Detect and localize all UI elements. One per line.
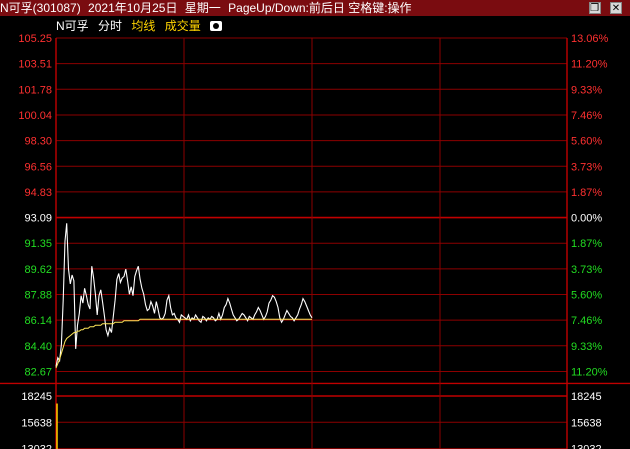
volume-tick-label: 15638 (571, 417, 602, 429)
percent-tick-label: 7.46% (571, 110, 602, 122)
volume-tick-label: 13032 (571, 444, 602, 449)
chart-toolbar: N可孚 分时 均线 成交量 (56, 18, 228, 34)
tab-volume[interactable]: 成交量 (165, 19, 201, 33)
percent-tick-label: 5.60% (571, 290, 602, 302)
percent-tick-label: 13.06% (571, 33, 609, 45)
percent-tick-label: 5.60% (571, 136, 602, 148)
price-tick-label: 86.14 (24, 315, 52, 327)
price-tick-label: 84.40 (24, 341, 52, 353)
percent-tick-label: 11.20% (571, 366, 608, 378)
percent-tick-label: 9.33% (571, 84, 602, 96)
percent-tick-label: 1.87% (571, 187, 602, 199)
price-tick-label: 87.88 (24, 290, 52, 302)
percent-tick-label: 0.00% (571, 213, 602, 225)
symbol-label: N可孚 (56, 19, 89, 33)
percent-tick-label: 9.33% (571, 341, 602, 353)
price-tick-label: 93.09 (24, 213, 52, 225)
intraday-chart[interactable]: 105.25 13.06% 103.51 11.20% 101.78 9.33% 100.0… (0, 0, 630, 449)
tab-junxian[interactable]: 均线 (131, 19, 155, 33)
price-tick-label: 103.51 (18, 59, 52, 71)
price-tick-label: 100.04 (18, 110, 52, 122)
camera-icon[interactable] (210, 21, 223, 31)
price-tick-label: 89.62 (24, 264, 52, 276)
price-tick-label: 105.25 (18, 33, 52, 45)
tab-fenshi[interactable]: 分时 (98, 19, 122, 33)
percent-tick-label: 3.73% (571, 161, 602, 173)
volume-tick-label: 15638 (21, 417, 52, 429)
percent-tick-label: 7.46% (571, 315, 602, 327)
price-tick-label: 94.83 (24, 187, 52, 199)
volume-tick-label: 18245 (571, 391, 602, 403)
price-tick-label: 82.67 (24, 366, 52, 378)
price-tick-label: 101.78 (18, 84, 52, 96)
percent-tick-label: 1.87% (571, 238, 602, 250)
volume-tick-label: 18245 (21, 391, 52, 403)
percent-tick-label: 3.73% (571, 264, 602, 276)
volume-tick-label: 13032 (21, 444, 52, 449)
price-tick-label: 96.56 (24, 161, 52, 173)
price-tick-label: 98.30 (24, 136, 52, 148)
price-tick-label: 91.35 (24, 238, 52, 250)
percent-tick-label: 11.20% (571, 59, 608, 71)
